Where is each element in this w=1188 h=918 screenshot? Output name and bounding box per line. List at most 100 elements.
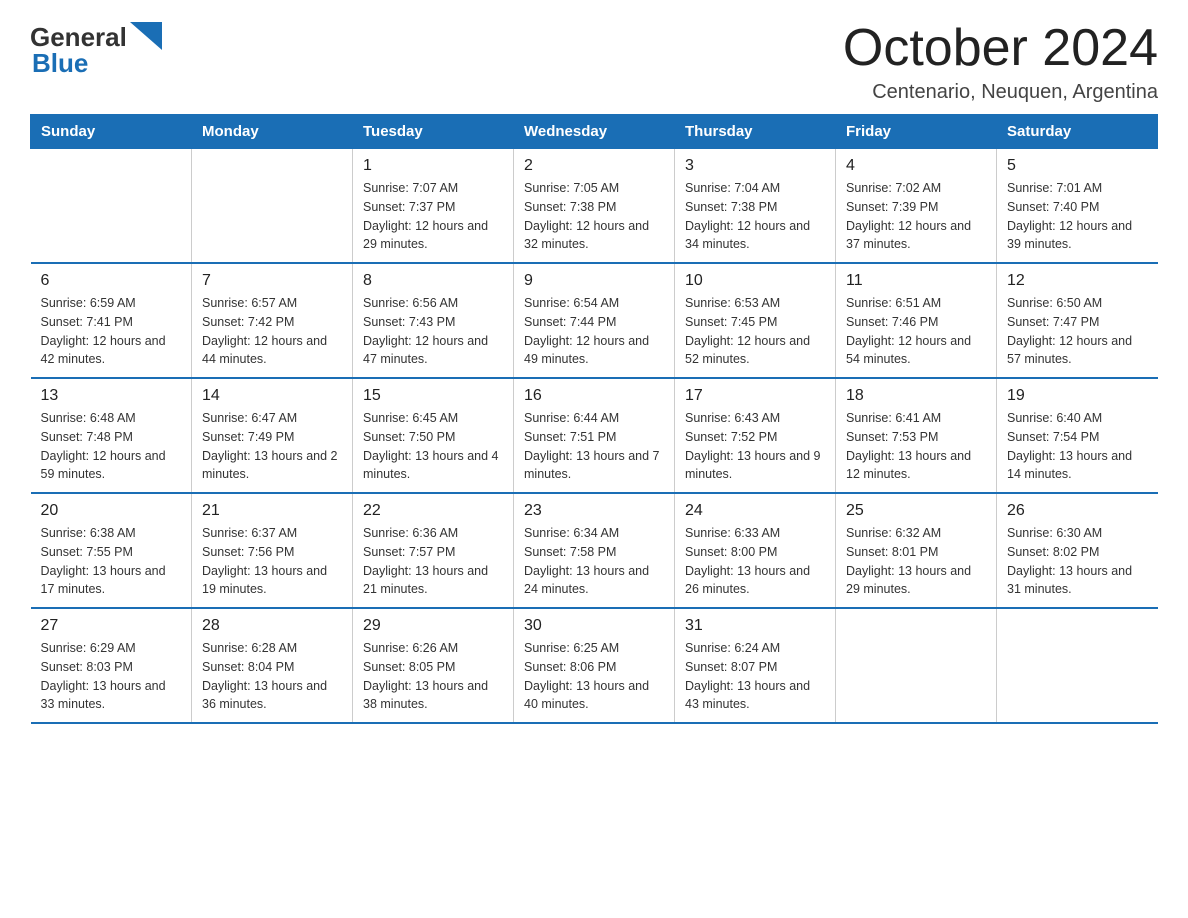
day-info: Sunrise: 7:04 AM Sunset: 7:38 PM Dayligh… — [685, 179, 825, 254]
header-saturday: Saturday — [997, 115, 1158, 149]
day-info: Sunrise: 7:02 AM Sunset: 7:39 PM Dayligh… — [846, 179, 986, 254]
calendar-week-row: 1Sunrise: 7:07 AM Sunset: 7:37 PM Daylig… — [31, 149, 1158, 264]
table-row: 11Sunrise: 6:51 AM Sunset: 7:46 PM Dayli… — [836, 263, 997, 378]
day-number: 17 — [685, 387, 825, 405]
day-number: 12 — [1007, 272, 1148, 290]
title-section: October 2024 Centenario, Neuquen, Argent… — [843, 20, 1158, 104]
day-info: Sunrise: 6:51 AM Sunset: 7:46 PM Dayligh… — [846, 294, 986, 369]
calendar-week-row: 13 Sunrise: 6:48 AM Sunset: 7:48 PM Dayli… — [31, 378, 1158, 493]
table-row: 9 Sunrise: 6:54 AM Sunset: 7:44 PM Daylig… — [514, 263, 675, 378]
main-title: October 2024 — [843, 20, 1158, 77]
day-info: Sunrise: 6:47 AM Sunset: 7:49 PM Dayligh… — [202, 409, 342, 484]
day-number: 9 — [524, 272, 664, 290]
day-info: Sunrise: 7:07 AM Sunset: 7:37 PM Dayligh… — [363, 179, 503, 254]
day-number: 29 — [363, 617, 503, 635]
table-row — [836, 608, 997, 723]
table-row: 18 Sunrise: 6:41 AM Sunset: 7:53 PM Dayli… — [836, 378, 997, 493]
day-number: 30 — [524, 617, 664, 635]
calendar-header-row: Sunday Monday Tuesday Wednesday Thursday… — [31, 115, 1158, 149]
table-row: 7Sunrise: 6:57 AM Sunset: 7:42 PM Daylig… — [192, 263, 353, 378]
table-row: 8Sunrise: 6:56 AM Sunset: 7:43 PM Daylig… — [353, 263, 514, 378]
day-info: Sunrise: 6:40 AM Sunset: 7:54 PM Dayligh… — [1007, 409, 1148, 484]
table-row — [31, 149, 192, 264]
day-info: Sunrise: 7:01 AM Sunset: 7:40 PM Dayligh… — [1007, 179, 1148, 254]
table-row: 17 Sunrise: 6:43 AM Sunset: 7:52 PM Dayli… — [675, 378, 836, 493]
table-row: 23 Sunrise: 6:34 AM Sunset: 7:58 PM Dayli… — [514, 493, 675, 608]
header-thursday: Thursday — [675, 115, 836, 149]
day-info: Sunrise: 6:48 AM Sunset: 7:48 PM Dayligh… — [41, 409, 182, 484]
day-number: 20 — [41, 502, 182, 520]
subtitle: Centenario, Neuquen, Argentina — [843, 81, 1158, 104]
day-info: Sunrise: 6:53 AM Sunset: 7:45 PM Dayligh… — [685, 294, 825, 369]
day-info: Sunrise: 6:25 AM Sunset: 8:06 PM Dayligh… — [524, 639, 664, 714]
header-sunday: Sunday — [31, 115, 192, 149]
day-number: 3 — [685, 157, 825, 175]
day-info: Sunrise: 6:36 AM Sunset: 7:57 PM Dayligh… — [363, 524, 503, 599]
day-number: 13 — [41, 387, 182, 405]
day-number: 31 — [685, 617, 825, 635]
table-row: 13 Sunrise: 6:48 AM Sunset: 7:48 PM Dayli… — [31, 378, 192, 493]
table-row — [997, 608, 1158, 723]
day-number: 18 — [846, 387, 986, 405]
table-row: 14 Sunrise: 6:47 AM Sunset: 7:49 PM Dayli… — [192, 378, 353, 493]
table-row: 1Sunrise: 7:07 AM Sunset: 7:37 PM Daylig… — [353, 149, 514, 264]
day-number: 14 — [202, 387, 342, 405]
day-info: Sunrise: 6:24 AM Sunset: 8:07 PM Dayligh… — [685, 639, 825, 714]
table-row: 6Sunrise: 6:59 AM Sunset: 7:41 PM Daylig… — [31, 263, 192, 378]
day-number: 25 — [846, 502, 986, 520]
day-number: 27 — [41, 617, 182, 635]
logo-text-black: General — [30, 24, 127, 50]
calendar-week-row: 6Sunrise: 6:59 AM Sunset: 7:41 PM Daylig… — [31, 263, 1158, 378]
calendar-table: Sunday Monday Tuesday Wednesday Thursday… — [30, 114, 1158, 724]
day-number: 7 — [202, 272, 342, 290]
day-info: Sunrise: 6:26 AM Sunset: 8:05 PM Dayligh… — [363, 639, 503, 714]
header-tuesday: Tuesday — [353, 115, 514, 149]
header-wednesday: Wednesday — [514, 115, 675, 149]
page-header: General Blue October 2024 Centenario, Ne… — [30, 20, 1158, 104]
header-friday: Friday — [836, 115, 997, 149]
table-row: 20Sunrise: 6:38 AM Sunset: 7:55 PM Dayli… — [31, 493, 192, 608]
table-row: 16 Sunrise: 6:44 AM Sunset: 7:51 PM Dayli… — [514, 378, 675, 493]
day-info: Sunrise: 6:37 AM Sunset: 7:56 PM Dayligh… — [202, 524, 342, 599]
day-info: Sunrise: 6:28 AM Sunset: 8:04 PM Dayligh… — [202, 639, 342, 714]
day-number: 4 — [846, 157, 986, 175]
table-row: 5 Sunrise: 7:01 AM Sunset: 7:40 PM Daylig… — [997, 149, 1158, 264]
day-number: 22 — [363, 502, 503, 520]
day-info: Sunrise: 6:43 AM Sunset: 7:52 PM Dayligh… — [685, 409, 825, 484]
day-number: 5 — [1007, 157, 1148, 175]
table-row: 12Sunrise: 6:50 AM Sunset: 7:47 PM Dayli… — [997, 263, 1158, 378]
day-info: Sunrise: 6:54 AM Sunset: 7:44 PM Dayligh… — [524, 294, 664, 369]
table-row — [192, 149, 353, 264]
table-row: 21 Sunrise: 6:37 AM Sunset: 7:56 PM Dayli… — [192, 493, 353, 608]
table-row: 25 Sunrise: 6:32 AM Sunset: 8:01 PM Dayli… — [836, 493, 997, 608]
header-monday: Monday — [192, 115, 353, 149]
day-info: Sunrise: 6:33 AM Sunset: 8:00 PM Dayligh… — [685, 524, 825, 599]
table-row: 28Sunrise: 6:28 AM Sunset: 8:04 PM Dayli… — [192, 608, 353, 723]
day-number: 16 — [524, 387, 664, 405]
day-info: Sunrise: 6:59 AM Sunset: 7:41 PM Dayligh… — [41, 294, 182, 369]
table-row: 4 Sunrise: 7:02 AM Sunset: 7:39 PM Daylig… — [836, 149, 997, 264]
day-info: Sunrise: 6:30 AM Sunset: 8:02 PM Dayligh… — [1007, 524, 1148, 599]
day-info: Sunrise: 6:44 AM Sunset: 7:51 PM Dayligh… — [524, 409, 664, 484]
day-info: Sunrise: 6:29 AM Sunset: 8:03 PM Dayligh… — [41, 639, 182, 714]
day-number: 2 — [524, 157, 664, 175]
table-row: 3 Sunrise: 7:04 AM Sunset: 7:38 PM Daylig… — [675, 149, 836, 264]
day-number: 24 — [685, 502, 825, 520]
table-row: 15 Sunrise: 6:45 AM Sunset: 7:50 PM Dayli… — [353, 378, 514, 493]
day-number: 15 — [363, 387, 503, 405]
table-row: 22 Sunrise: 6:36 AM Sunset: 7:57 PM Dayli… — [353, 493, 514, 608]
day-info: Sunrise: 6:41 AM Sunset: 7:53 PM Dayligh… — [846, 409, 986, 484]
calendar-week-row: 27 Sunrise: 6:29 AM Sunset: 8:03 PM Dayli… — [31, 608, 1158, 723]
day-info: Sunrise: 6:34 AM Sunset: 7:58 PM Dayligh… — [524, 524, 664, 599]
day-number: 19 — [1007, 387, 1148, 405]
day-info: Sunrise: 6:32 AM Sunset: 8:01 PM Dayligh… — [846, 524, 986, 599]
table-row: 26Sunrise: 6:30 AM Sunset: 8:02 PM Dayli… — [997, 493, 1158, 608]
logo: General Blue — [30, 20, 162, 76]
table-row: 30 Sunrise: 6:25 AM Sunset: 8:06 PM Dayli… — [514, 608, 675, 723]
day-number: 21 — [202, 502, 342, 520]
day-number: 8 — [363, 272, 503, 290]
day-info: Sunrise: 7:05 AM Sunset: 7:38 PM Dayligh… — [524, 179, 664, 254]
table-row: 2 Sunrise: 7:05 AM Sunset: 7:38 PM Daylig… — [514, 149, 675, 264]
day-number: 23 — [524, 502, 664, 520]
day-info: Sunrise: 6:45 AM Sunset: 7:50 PM Dayligh… — [363, 409, 503, 484]
